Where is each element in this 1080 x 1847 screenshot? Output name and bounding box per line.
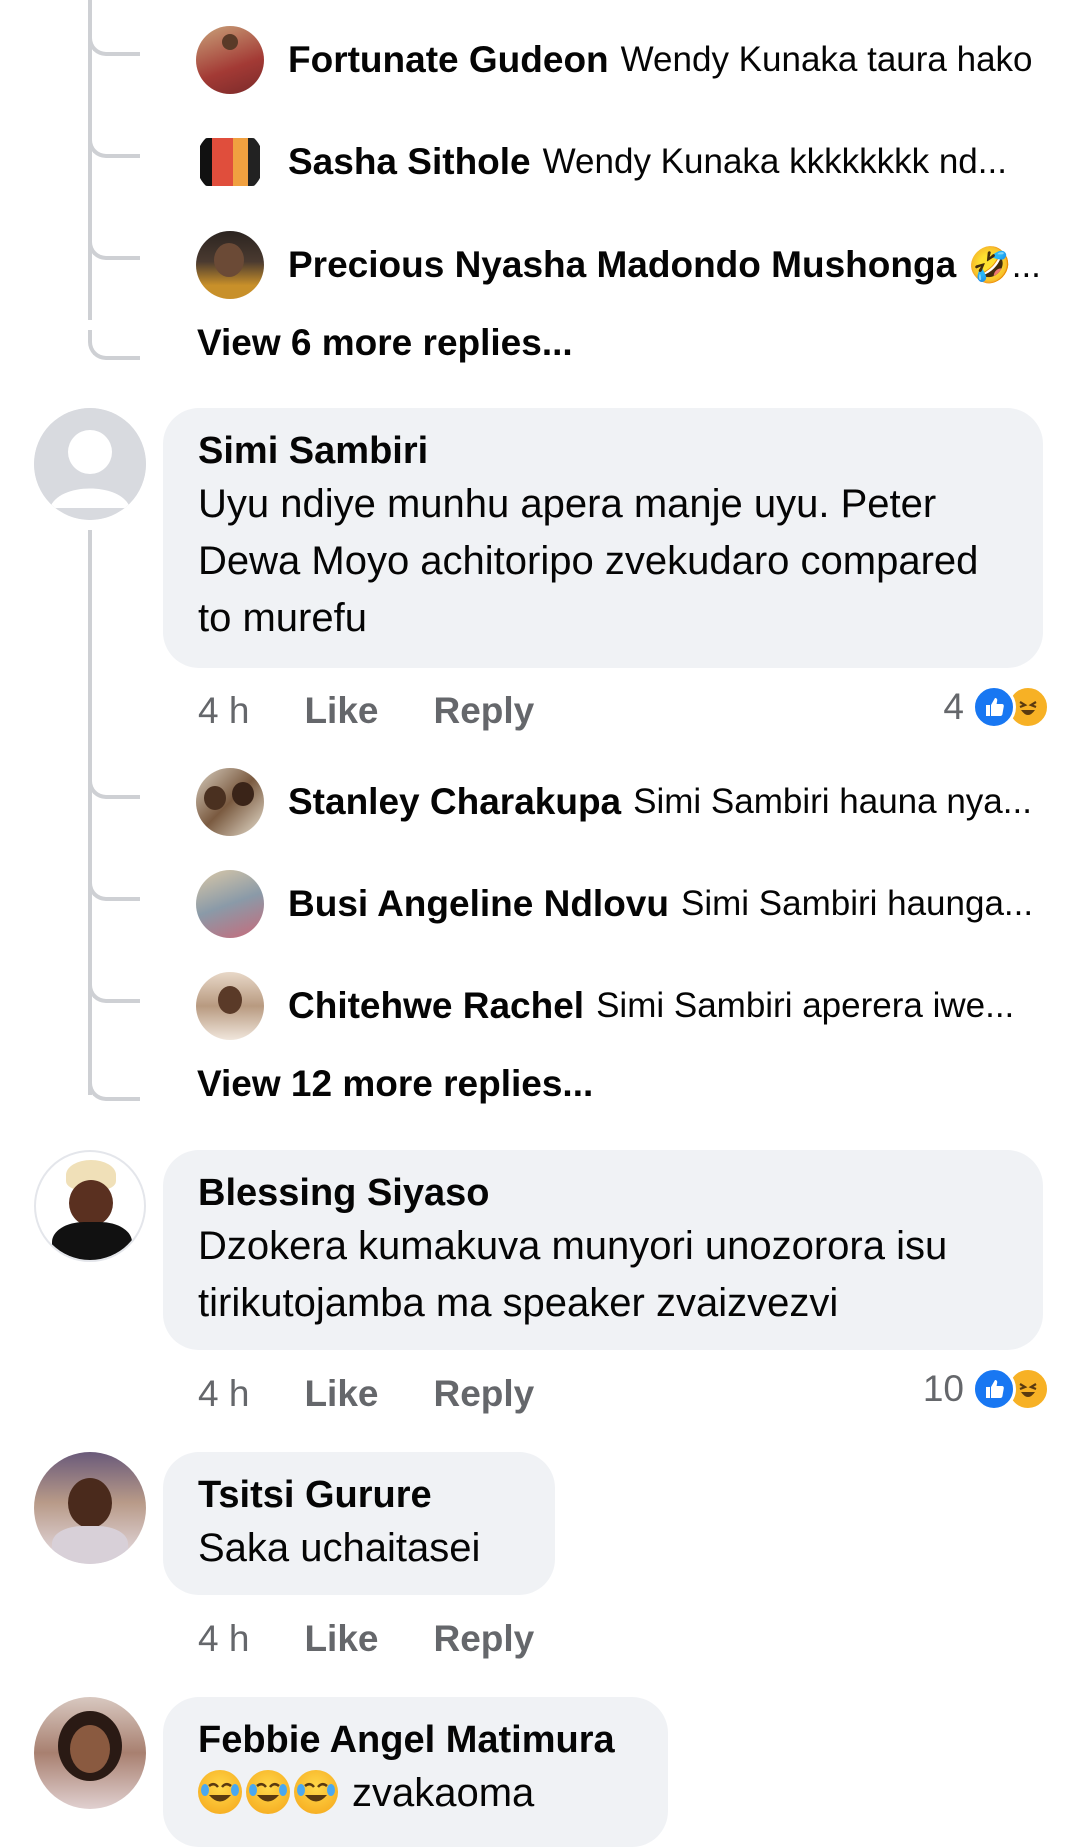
comment-bubble: Febbie Angel Matimura zvakaoma [163,1697,668,1847]
comment-time[interactable]: 4 h [198,690,249,732]
comment-author[interactable]: Tsitsi Gurure [198,1470,520,1520]
comment-author[interactable]: Febbie Angel Matimura [198,1715,633,1765]
comment-text: Uyu ndiye munhu apera manje uyu. Peter D… [198,482,979,640]
reaction-count: 10 [922,1368,964,1409]
default-avatar-icon[interactable] [34,408,146,520]
reply-author[interactable]: Busi Angeline Ndlovu [288,883,669,925]
reply-text: Wendy Kunaka taura hako [620,40,1033,79]
thread-branch [88,875,140,901]
avatar[interactable] [34,1150,146,1262]
reply-button[interactable]: Reply [433,690,534,732]
like-button[interactable]: Like [304,1373,378,1415]
reply-text: Wendy Kunaka kkkkkkkk nd... [542,142,1007,181]
comment-text: zvakaoma [352,1771,535,1815]
avatar[interactable] [196,768,264,836]
reply-text: Simi Sambiri hauna nya... [633,782,1032,821]
thread-branch [88,132,140,158]
thread-branch [88,773,140,799]
reply-item[interactable]: Busi Angeline Ndlovu Simi Sambiri haunga… [196,869,1033,939]
comment-author[interactable]: Blessing Siyaso [198,1168,1008,1218]
thread-branch [88,330,140,360]
comment-bubble: Simi Sambiri Uyu ndiye munhu apera manje… [163,408,1043,668]
reply-item[interactable]: Precious Nyasha Madondo Mushonga 🤣... [196,230,1041,300]
avatar[interactable] [196,972,264,1040]
reply-author[interactable]: Stanley Charakupa [288,781,621,823]
comment-bubble: Tsitsi Gurure Saka uchaitasei [163,1452,555,1595]
thread-branch [88,977,140,1003]
reply-author[interactable]: Sasha Sithole [288,141,531,183]
tears-of-joy-emoji-icon [294,1770,338,1814]
thread-branch [88,234,140,260]
avatar[interactable] [196,870,264,938]
reply-item[interactable]: Stanley Charakupa Simi Sambiri hauna nya… [196,767,1032,837]
reaction-summary[interactable]: 10 [923,1367,1050,1411]
comment-time[interactable]: 4 h [198,1618,249,1660]
thread-line [88,530,92,1095]
comment-actions: 4 h Like Reply [198,1618,534,1660]
reply-button[interactable]: Reply [433,1618,534,1660]
view-more-replies-link[interactable]: View 6 more replies... [197,322,573,364]
tears-of-joy-emoji-icon [198,1770,242,1814]
avatar[interactable] [196,128,264,196]
comment-actions: 4 h Like Reply [198,1373,534,1415]
comment-author[interactable]: Simi Sambiri [198,426,1008,476]
reply-author[interactable]: Precious Nyasha Madondo Mushonga [288,244,956,286]
reply-text: 🤣... [968,245,1041,285]
like-button[interactable]: Like [304,1618,378,1660]
thread-branch [88,30,140,56]
comment-text: Saka uchaitasei [198,1526,481,1570]
like-button[interactable]: Like [304,690,378,732]
reply-author[interactable]: Chitehwe Rachel [288,985,584,1027]
tears-of-joy-emoji-icon [246,1770,290,1814]
like-reaction-icon [972,1367,1016,1411]
comment-bubble: Blessing Siyaso Dzokera kumakuva munyori… [163,1150,1043,1350]
thread-branch [88,1073,140,1101]
avatar[interactable] [196,231,264,299]
comment-time[interactable]: 4 h [198,1373,249,1415]
comment-text-row: zvakaoma [198,1765,633,1822]
avatar[interactable] [196,26,264,94]
reaction-count: 4 [943,686,964,727]
comment-text: Dzokera kumakuva munyori unozorora isu t… [198,1224,948,1325]
view-more-replies-link[interactable]: View 12 more replies... [197,1063,593,1105]
reaction-summary[interactable]: 4 [943,685,1050,729]
comment-actions: 4 h Like Reply [198,690,534,732]
avatar[interactable] [34,1697,146,1809]
like-reaction-icon [972,685,1016,729]
reply-item[interactable]: Sasha Sithole Wendy Kunaka kkkkkkkk nd..… [196,127,1007,197]
avatar[interactable] [34,1452,146,1564]
reply-text: Simi Sambiri aperera iwe... [596,986,1015,1025]
reply-author[interactable]: Fortunate Gudeon [288,39,609,81]
reply-item[interactable]: Chitehwe Rachel Simi Sambiri aperera iwe… [196,971,1014,1041]
reply-item[interactable]: Fortunate Gudeon Wendy Kunaka taura hako [196,25,1033,95]
reply-text: Simi Sambiri haunga... [680,884,1034,923]
reply-button[interactable]: Reply [433,1373,534,1415]
